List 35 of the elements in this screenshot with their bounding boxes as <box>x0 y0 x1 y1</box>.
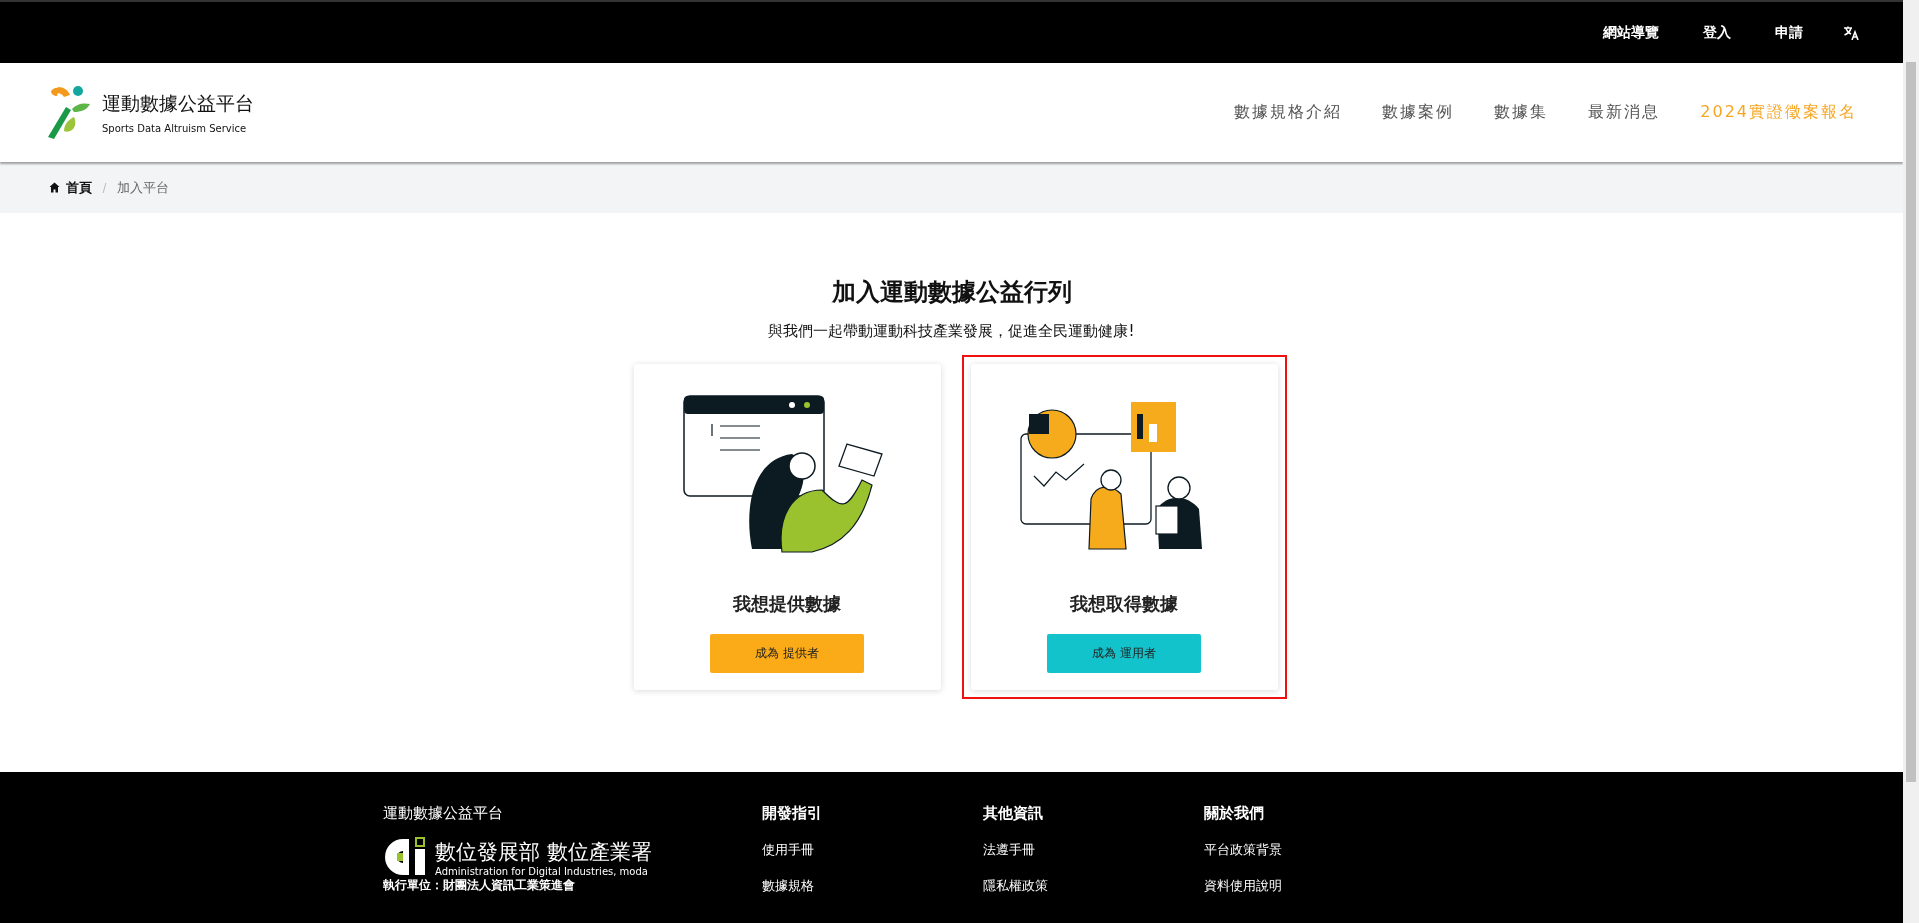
page-subtitle: 與我們一起帶動運動科技產業發展，促進全民運動健康! <box>768 322 1135 341</box>
site-title: 運動數據公益平台 <box>102 91 254 116</box>
footer-link[interactable]: 資料使用說明 <box>1204 877 1425 895</box>
footer-heading: 關於我們 <box>1204 804 1265 823</box>
site-subtitle: Sports Data Altruism Service <box>102 123 248 134</box>
footer-link[interactable]: 隱私權政策 <box>983 877 1204 895</box>
scrollbar-thumb[interactable] <box>1906 62 1916 782</box>
top-nav-link[interactable]: 申請 <box>1775 23 1803 42</box>
home-icon <box>49 182 60 193</box>
card-title: 我想取得數據 <box>1070 592 1178 616</box>
nav-link[interactable]: 數據案例 <box>1382 102 1455 123</box>
agency-english-name: Administration for Digital Industries, moda <box>435 865 649 877</box>
footer-heading: 其他資訊 <box>983 804 1044 823</box>
footer-heading: 開發指引 <box>762 804 823 823</box>
top-nav-link[interactable]: 登入 <box>1703 23 1731 42</box>
join-button[interactable]: 成為 運用者 <box>1047 634 1201 673</box>
join-button[interactable]: 成為 提供者 <box>710 634 864 673</box>
nav-link[interactable]: 數據規格介紹 <box>1234 102 1343 123</box>
nav-link[interactable]: 最新消息 <box>1588 102 1661 123</box>
nav-link[interactable]: 數據集 <box>1494 102 1549 123</box>
translate-icon[interactable] <box>1843 25 1859 40</box>
footer-link[interactable]: 數據規格 <box>762 877 983 895</box>
footer-link[interactable]: 使用手冊 <box>762 841 983 859</box>
top-nav-link[interactable]: 網站導覽 <box>1603 23 1659 42</box>
footer-title: 運動數據公益平台 <box>383 804 504 823</box>
breadcrumb-link[interactable]: 首頁 <box>49 178 92 197</box>
agency-name: 數位發展部 數位產業署 <box>435 838 652 866</box>
breadcrumb-link[interactable]: 加入平台 <box>117 178 169 197</box>
page-title: 加入運動數據公益行列 <box>831 277 1072 308</box>
executor-text: 執行單位：財團法人資訊工業策進會 <box>383 877 576 894</box>
card-title: 我想提供數據 <box>733 592 841 616</box>
logo-icon[interactable] <box>46 84 92 141</box>
footer-link[interactable]: 法遵手冊 <box>983 841 1204 859</box>
scrollbar[interactable] <box>1903 0 1919 923</box>
footer-link[interactable]: 平台政策背景 <box>1204 841 1425 859</box>
